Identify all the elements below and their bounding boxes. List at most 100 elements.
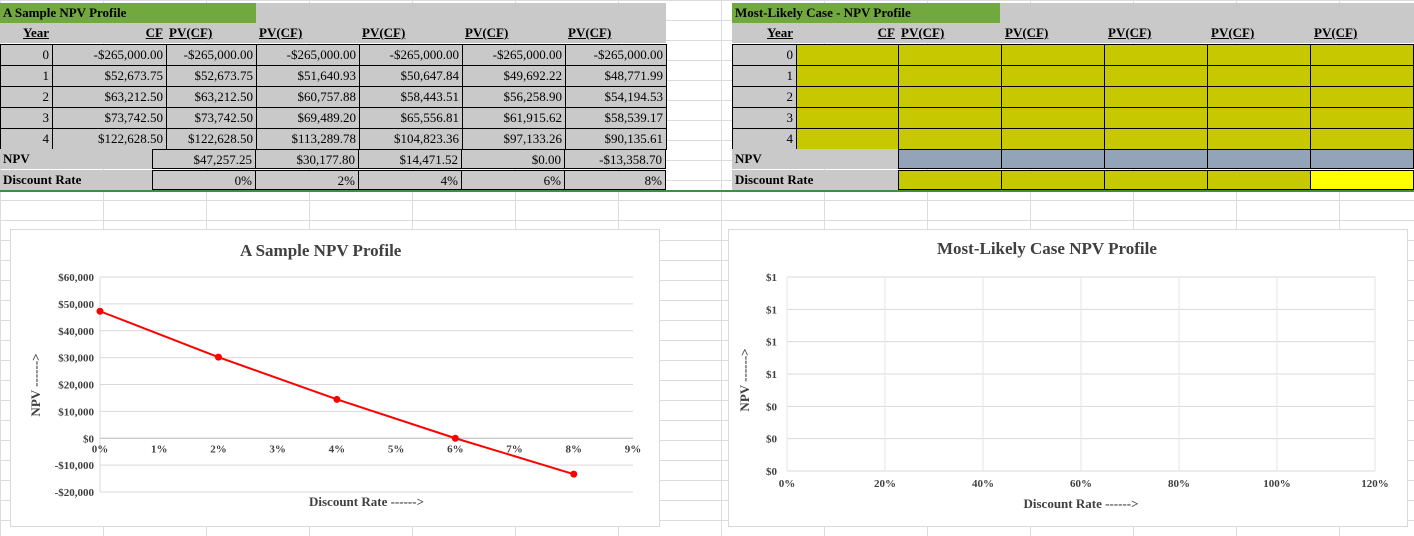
npv-cell[interactable]: $14,471.52 xyxy=(358,149,462,169)
sample-npv-chart[interactable]: A Sample NPV Profile $60,000 $50,000 $40,0… xyxy=(10,229,660,527)
year-cell[interactable]: 3 xyxy=(732,107,797,129)
pv-input-cell[interactable] xyxy=(1310,128,1414,150)
pv-input-cell[interactable] xyxy=(1001,107,1105,129)
pv-cell[interactable]: $122,628.50 xyxy=(166,128,257,150)
npv-row-label[interactable]: NPV xyxy=(0,149,152,169)
cash-flow-input[interactable] xyxy=(796,128,899,150)
npv-cell[interactable]: -$13,358.70 xyxy=(564,149,666,169)
cash-flow-input[interactable] xyxy=(796,86,899,108)
cash-flow-cell[interactable]: $122,628.50 xyxy=(52,128,167,150)
pv-cell[interactable]: $58,539.17 xyxy=(565,107,667,129)
pv-cell[interactable]: $61,915.62 xyxy=(462,107,566,129)
col-header-pv[interactable]: PV(CF) xyxy=(166,23,256,43)
pv-input-cell[interactable] xyxy=(898,65,1002,87)
most-likely-table-title[interactable]: Most-Likely Case - NPV Profile xyxy=(732,3,1000,23)
pv-cell[interactable]: $51,640.93 xyxy=(256,65,360,87)
discount-rate-label[interactable]: Discount Rate xyxy=(732,170,898,190)
pv-input-cell[interactable] xyxy=(898,128,1002,150)
col-header-pv[interactable]: PV(CF) xyxy=(1105,23,1208,43)
pv-input-cell[interactable] xyxy=(1104,65,1208,87)
pv-cell[interactable]: -$265,000.00 xyxy=(359,44,463,66)
col-header-pv[interactable]: PV(CF) xyxy=(1208,23,1311,43)
sample-table-title[interactable]: A Sample NPV Profile xyxy=(0,3,256,23)
pv-cell[interactable]: $60,757.88 xyxy=(256,86,360,108)
npv-cell[interactable]: $30,177.80 xyxy=(255,149,359,169)
npv-input-cell[interactable] xyxy=(1104,149,1208,169)
pv-cell[interactable]: $54,194.53 xyxy=(565,86,667,108)
cash-flow-cell[interactable]: $52,673.75 xyxy=(52,65,167,87)
year-cell[interactable]: 4 xyxy=(732,128,797,150)
col-header-cf[interactable]: CF xyxy=(796,23,898,43)
pv-input-cell[interactable] xyxy=(1001,65,1105,87)
col-header-year[interactable]: Year xyxy=(0,23,52,43)
discount-rate-input[interactable] xyxy=(1001,170,1105,190)
year-cell[interactable]: 0 xyxy=(732,44,797,66)
pv-input-cell[interactable] xyxy=(1207,65,1311,87)
pv-cell[interactable]: -$265,000.00 xyxy=(462,44,566,66)
pv-input-cell[interactable] xyxy=(898,86,1002,108)
npv-input-cell[interactable] xyxy=(1207,149,1311,169)
pv-input-cell[interactable] xyxy=(1310,107,1414,129)
pv-input-cell[interactable] xyxy=(1104,128,1208,150)
pv-input-cell[interactable] xyxy=(898,107,1002,129)
cash-flow-input[interactable] xyxy=(796,44,899,66)
pv-cell[interactable]: $97,133.26 xyxy=(462,128,566,150)
pv-cell[interactable]: $58,443.51 xyxy=(359,86,463,108)
pv-cell[interactable]: $52,673.75 xyxy=(166,65,257,87)
pv-input-cell[interactable] xyxy=(1310,44,1414,66)
year-cell[interactable]: 2 xyxy=(0,86,53,108)
pv-input-cell[interactable] xyxy=(1207,44,1311,66)
pv-cell[interactable]: $104,823.36 xyxy=(359,128,463,150)
pv-cell[interactable]: -$265,000.00 xyxy=(166,44,257,66)
col-header-pv[interactable]: PV(CF) xyxy=(1311,23,1414,43)
pv-cell[interactable]: $73,742.50 xyxy=(166,107,257,129)
pv-cell[interactable]: $63,212.50 xyxy=(166,86,257,108)
discount-rate-cell[interactable]: 0% xyxy=(152,170,256,190)
pv-input-cell[interactable] xyxy=(1001,86,1105,108)
cash-flow-input[interactable] xyxy=(796,65,899,87)
discount-rate-input[interactable] xyxy=(1104,170,1208,190)
discount-rate-cell[interactable]: 6% xyxy=(461,170,565,190)
pv-input-cell[interactable] xyxy=(1207,107,1311,129)
pv-cell[interactable]: -$265,000.00 xyxy=(256,44,360,66)
pv-cell[interactable]: $69,489.20 xyxy=(256,107,360,129)
discount-rate-cell[interactable]: 8% xyxy=(564,170,666,190)
col-header-pv[interactable]: PV(CF) xyxy=(898,23,1002,43)
pv-input-cell[interactable] xyxy=(1207,86,1311,108)
pv-input-cell[interactable] xyxy=(1001,44,1105,66)
npv-row-label[interactable]: NPV xyxy=(732,149,898,169)
year-cell[interactable]: 4 xyxy=(0,128,53,150)
discount-rate-cell[interactable]: 4% xyxy=(358,170,462,190)
npv-input-cell[interactable] xyxy=(1310,149,1414,169)
pv-cell[interactable]: $48,771.99 xyxy=(565,65,667,87)
pv-cell[interactable]: -$265,000.00 xyxy=(565,44,667,66)
year-cell[interactable]: 3 xyxy=(0,107,53,129)
discount-rate-input-selected[interactable] xyxy=(1310,170,1414,190)
year-cell[interactable]: 1 xyxy=(0,65,53,87)
cash-flow-input[interactable] xyxy=(796,107,899,129)
pv-input-cell[interactable] xyxy=(1310,65,1414,87)
year-cell[interactable]: 1 xyxy=(732,65,797,87)
pv-input-cell[interactable] xyxy=(1104,86,1208,108)
npv-input-cell[interactable] xyxy=(1001,149,1105,169)
discount-rate-label[interactable]: Discount Rate xyxy=(0,170,152,190)
npv-cell[interactable]: $0.00 xyxy=(461,149,565,169)
cash-flow-cell[interactable]: $63,212.50 xyxy=(52,86,167,108)
col-header-pv[interactable]: PV(CF) xyxy=(359,23,462,43)
discount-rate-cell[interactable]: 2% xyxy=(255,170,359,190)
pv-cell[interactable]: $113,289.78 xyxy=(256,128,360,150)
pv-cell[interactable]: $49,692.22 xyxy=(462,65,566,87)
npv-cell[interactable]: $47,257.25 xyxy=(152,149,256,169)
col-header-pv[interactable]: PV(CF) xyxy=(462,23,565,43)
col-header-pv[interactable]: PV(CF) xyxy=(256,23,359,43)
col-header-pv[interactable]: PV(CF) xyxy=(565,23,666,43)
cash-flow-cell[interactable]: $73,742.50 xyxy=(52,107,167,129)
year-cell[interactable]: 2 xyxy=(732,86,797,108)
year-cell[interactable]: 0 xyxy=(0,44,53,66)
pv-cell[interactable]: $90,135.61 xyxy=(565,128,667,150)
pv-input-cell[interactable] xyxy=(1104,44,1208,66)
pv-input-cell[interactable] xyxy=(1104,107,1208,129)
pv-input-cell[interactable] xyxy=(898,44,1002,66)
pv-cell[interactable]: $56,258.90 xyxy=(462,86,566,108)
pv-cell[interactable]: $50,647.84 xyxy=(359,65,463,87)
